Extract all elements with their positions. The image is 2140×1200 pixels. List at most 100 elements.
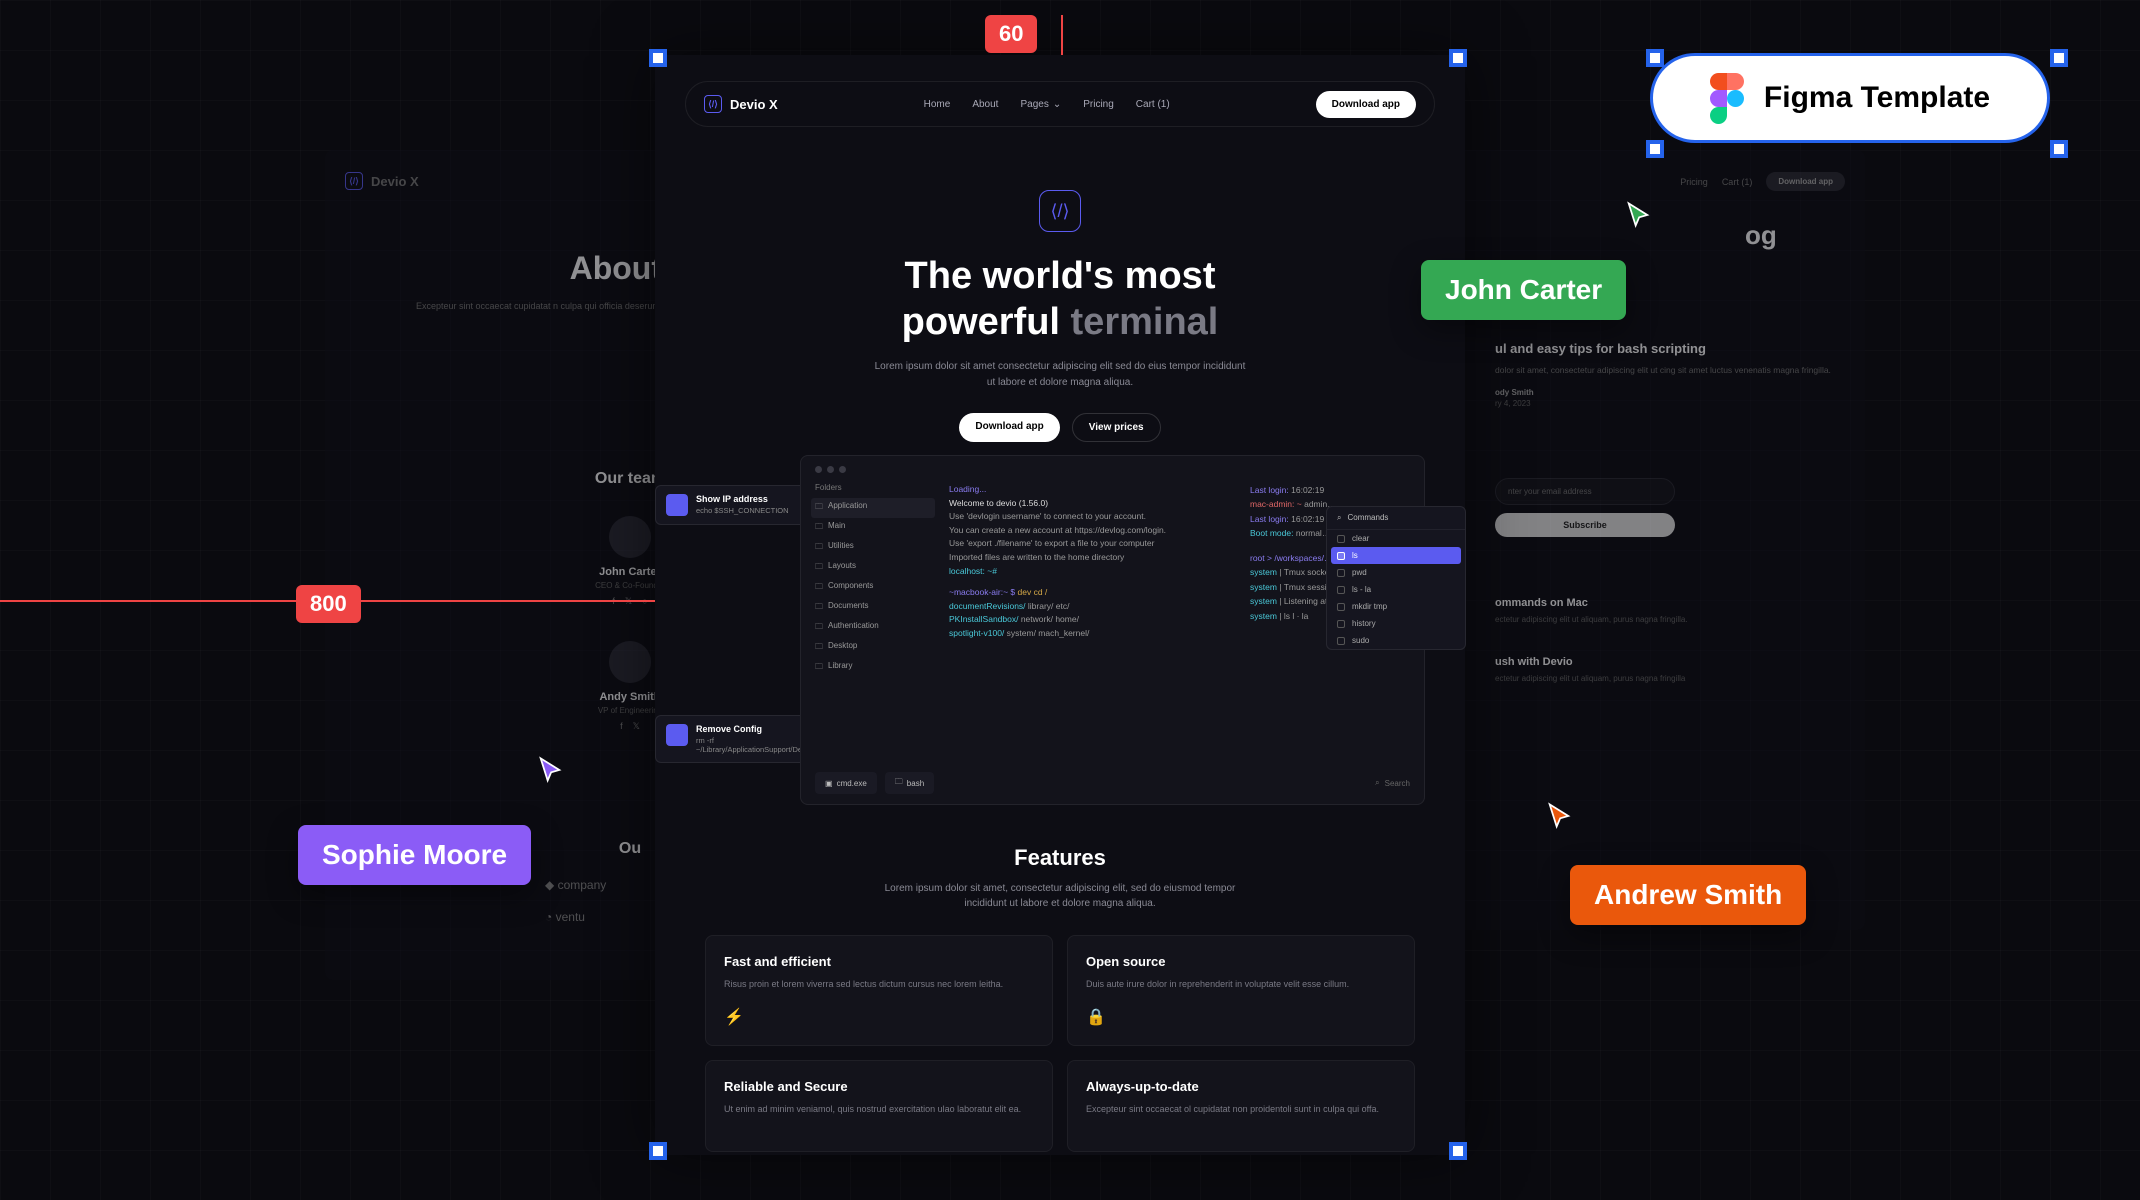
avatar <box>609 641 651 683</box>
nav-link-cart[interactable]: Cart (1) <box>1136 99 1170 110</box>
nav-link-home[interactable]: Home <box>924 99 951 110</box>
brand-logo[interactable]: ⟨/⟩Devio X <box>704 95 778 113</box>
download-button[interactable]: Download app <box>959 413 1059 442</box>
measure-line <box>1061 15 1063 55</box>
subscribe-button: Subscribe <box>1495 513 1675 537</box>
folder-item[interactable]: 🗀 Layouts <box>815 558 935 578</box>
view-prices-button[interactable]: View prices <box>1072 413 1161 442</box>
nav-link-pages[interactable]: Pages ⌄ <box>1020 99 1061 110</box>
log-line: spotlight-v100/ system/ mach_kernel/ <box>949 627 1236 641</box>
figma-icon <box>1710 73 1746 123</box>
list-item: ush with Devioectetur adipiscing elit ut… <box>1495 656 1835 685</box>
selection-handle[interactable] <box>1449 1142 1467 1160</box>
log-line: Loading... <box>949 483 1236 497</box>
search-icon: ⌕ <box>1337 513 1341 523</box>
feature-title: Reliable and Secure <box>724 1079 1034 1094</box>
selection-handle[interactable] <box>2050 140 2068 158</box>
cmd-item-selected[interactable]: ls <box>1331 547 1461 564</box>
collaborator-label: Sophie Moore <box>298 825 531 885</box>
nav-link-about[interactable]: About <box>972 99 998 110</box>
post-date: ry 4, 2023 <box>1495 399 1531 408</box>
feature-title: Fast and efficient <box>724 954 1034 969</box>
lightning-icon: ⚡ <box>724 1007 1034 1027</box>
list-item: ommands on Macectetur adipiscing elit ut… <box>1495 597 1835 626</box>
feature-card: Always-up-to-dateExcepteur sint occaecat… <box>1067 1060 1415 1151</box>
log-line: Use 'devlogin username' to connect to yo… <box>949 510 1236 524</box>
collaborator-label: John Carter <box>1421 260 1626 320</box>
download-button[interactable]: Download app <box>1316 91 1416 118</box>
palette-header: ⌕Commands <box>1327 507 1465 530</box>
folder-item[interactable]: 🗀 Main <box>815 518 935 538</box>
selection-handle[interactable] <box>649 1142 667 1160</box>
cmd-item[interactable]: sudo <box>1327 632 1465 649</box>
collaborator-cursor <box>1624 199 1652 231</box>
investor-logo: ◔ ventu <box>545 910 585 924</box>
selection-handle[interactable] <box>1449 49 1467 67</box>
folder-item[interactable]: 🗀 Authentication <box>815 618 935 638</box>
cmd-item[interactable]: clear <box>1327 530 1465 547</box>
feature-card: Reliable and SecureUt enim ad minim veni… <box>705 1060 1053 1151</box>
features-heading: Features <box>705 845 1415 871</box>
selection-handle[interactable] <box>1646 49 1664 67</box>
features-subtitle: Lorem ipsum dolor sit amet, consectetur … <box>870 881 1250 911</box>
window-controls <box>815 466 1410 473</box>
command-palette[interactable]: ⌕Commands clear ls pwd ls - la mkdir tmp… <box>1326 506 1466 650</box>
collaborator-cursor <box>1545 800 1573 832</box>
code-icon: ⟨/⟩ <box>704 95 722 113</box>
tooltip-title: Show IP address <box>696 494 789 504</box>
figma-template-chip[interactable]: Figma Template <box>1650 53 2050 143</box>
tab-cmd[interactable]: ▣ cmd.exe <box>815 772 877 794</box>
plugin-icon <box>666 494 688 516</box>
features-section: Features Lorem ipsum dolor sit amet, con… <box>705 845 1415 1152</box>
main-artboard[interactable]: ⟨/⟩Devio X Home About Pages ⌄ Pricing Ca… <box>655 55 1465 1155</box>
cmd-item[interactable]: ls - la <box>1327 581 1465 598</box>
feature-card: Fast and efficientRisus proin et lorem v… <box>705 935 1053 1046</box>
facebook-icon: f <box>620 721 623 732</box>
folder-item[interactable]: 🗀 Application <box>811 498 935 518</box>
code-icon: ⟨/⟩ <box>1039 190 1081 232</box>
terminal-tabs: ▣ cmd.exe 🗀 bash <box>815 772 934 794</box>
code-icon: ⟨/⟩ <box>345 172 363 190</box>
investor-logo: ◆ company <box>545 878 606 892</box>
log-line: Last login: 16:02:19 <box>1250 483 1410 497</box>
search-input[interactable]: ⌕ Search <box>1375 778 1410 788</box>
post-title: ul and easy tips for bash scripting <box>1495 341 1835 356</box>
selection-handle[interactable] <box>2050 49 2068 67</box>
brand-name: Devio X <box>371 174 419 189</box>
nav-links: Home About Pages ⌄ Pricing Cart (1) <box>924 99 1170 110</box>
log-line: ~macbook-air:~ $ dev cd / <box>949 586 1236 600</box>
hero-buttons: Download app View prices <box>755 413 1365 442</box>
tooltip-body: rm -rf ~/Library/ApplicationSupport/Devi… <box>696 736 812 754</box>
post-author: ody Smith <box>1495 388 1835 397</box>
collaborator-cursor <box>536 754 564 786</box>
terminal-footer: ▣ cmd.exe 🗀 bash ⌕ Search <box>815 772 1410 794</box>
nav-link: Pricing <box>1680 177 1708 187</box>
log-line: documentRevisions/ library/ etc/ <box>949 600 1236 614</box>
folder-item[interactable]: 🗀 Desktop <box>815 638 935 658</box>
list-title: ommands on Mac <box>1495 597 1835 609</box>
folder-item[interactable]: 🗀 Utilities <box>815 538 935 558</box>
post-meta: ody Smith ry 4, 2023 <box>1495 388 1835 408</box>
folder-item[interactable]: 🗀 Documents <box>815 598 935 618</box>
feature-card: Open sourceDuis aute irure dolor in repr… <box>1067 935 1415 1046</box>
terminal-window[interactable]: Folders 🗀 Application 🗀 Main 🗀 Utilities… <box>800 455 1425 805</box>
download-button: Download app <box>1766 172 1845 191</box>
folder-item[interactable]: 🗀 Components <box>815 578 935 598</box>
list-title: ush with Devio <box>1495 656 1835 668</box>
search-icon: ⌕ <box>1375 778 1379 788</box>
terminal-preview: Show IP addressecho $SSH_CONNECTION Remo… <box>695 455 1425 805</box>
selection-handle[interactable] <box>649 49 667 67</box>
cmd-item[interactable]: history <box>1327 615 1465 632</box>
cmd-item[interactable]: mkdir tmp <box>1327 598 1465 615</box>
nav-link-pricing[interactable]: Pricing <box>1083 99 1114 110</box>
cmd-item[interactable]: pwd <box>1327 564 1465 581</box>
tab-bash[interactable]: 🗀 bash <box>885 772 934 794</box>
selection-handle[interactable] <box>1646 140 1664 158</box>
log-line: PKInstallSandbox/ network/ home/ <box>949 613 1236 627</box>
log-line: You can create a new account at https://… <box>949 524 1236 538</box>
nav-bar: ⟨/⟩Devio X Home About Pages ⌄ Pricing Ca… <box>685 81 1435 127</box>
email-input <box>1495 478 1675 505</box>
collaborator-label: Andrew Smith <box>1570 865 1806 925</box>
terminal-output: Loading... Welcome to devio (1.56.0) Use… <box>949 483 1236 743</box>
folder-item[interactable]: 🗀 Library <box>815 658 935 678</box>
